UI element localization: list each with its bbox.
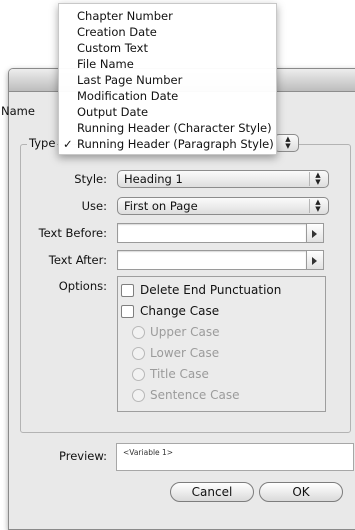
radio-button (132, 368, 145, 381)
ok-button[interactable]: OK (259, 482, 343, 502)
menu-item-label: Custom Text (77, 41, 148, 55)
cancel-button[interactable]: Cancel (170, 482, 254, 502)
menu-item-modification-date[interactable]: Modification Date (59, 89, 276, 104)
delete-end-punctuation-label: Delete End Punctuation (140, 283, 282, 297)
radio-label: Title Case (150, 367, 209, 381)
menu-item-file-name[interactable]: File Name (59, 57, 276, 72)
radio-button (132, 347, 145, 360)
menu-item-running-header-character-style[interactable]: Running Header (Character Style) (59, 121, 276, 136)
text-after-label: Text After: (48, 253, 107, 267)
text-after-field[interactable] (117, 250, 307, 270)
menu-item-chapter-number[interactable]: Chapter Number (59, 9, 276, 24)
preview-text: <Variable 1> (123, 448, 174, 457)
checkmark-icon: ✓ (63, 137, 73, 151)
type-label: Type (27, 136, 58, 150)
updown-arrows-icon: ▲ ▼ (285, 135, 291, 150)
menu-item-label: Output Date (77, 105, 149, 119)
use-popup-value: First on Page (124, 199, 198, 213)
menu-item-label: File Name (77, 57, 134, 71)
options-box: Delete End Punctuation Change Case Upper… (117, 276, 326, 412)
text-before-label: Text Before: (38, 226, 107, 240)
use-label: Use: (81, 199, 107, 213)
menu-item-label: Running Header (Paragraph Style) (77, 137, 274, 151)
radio-button (132, 389, 145, 402)
checkbox-box[interactable] (121, 305, 134, 318)
text-before-field[interactable] (117, 223, 307, 243)
right-triangle-icon (312, 257, 317, 265)
style-popup-value: Heading 1 (124, 172, 183, 186)
menu-item-custom-text[interactable]: Custom Text (59, 41, 276, 56)
updown-arrows-icon: ▲ ▼ (309, 172, 326, 186)
use-popup[interactable]: First on Page ▲ ▼ (117, 197, 329, 215)
radio-label: Upper Case (150, 325, 220, 339)
menu-item-label: Modification Date (77, 89, 179, 103)
checkbox-box[interactable] (121, 284, 134, 297)
radio-label: Lower Case (150, 346, 220, 360)
menu-item-label: Creation Date (77, 25, 157, 39)
menu-item-last-page-number[interactable]: Last Page Number (59, 73, 276, 88)
menu-item-creation-date[interactable]: Creation Date (59, 25, 276, 40)
style-label: Style: (74, 172, 107, 186)
menu-item-label: Chapter Number (77, 9, 173, 23)
change-case-label: Change Case (140, 304, 220, 318)
style-popup[interactable]: Heading 1 ▲ ▼ (117, 170, 329, 188)
radio-label: Sentence Case (150, 388, 240, 402)
updown-arrows-icon: ▲ ▼ (309, 199, 326, 213)
type-dropdown-menu: Chapter Number Creation Date Custom Text… (58, 3, 277, 155)
name-label: Name (1, 104, 35, 118)
menu-item-label: Last Page Number (77, 73, 183, 87)
right-triangle-icon (312, 230, 317, 238)
menu-item-output-date[interactable]: Output Date (59, 105, 276, 120)
options-label: Options: (58, 279, 107, 293)
menu-item-running-header-paragraph-style[interactable]: ✓ Running Header (Paragraph Style) (59, 137, 276, 152)
menu-item-label: Running Header (Character Style) (77, 121, 272, 135)
radio-button (132, 326, 145, 339)
type-popup-button[interactable]: ▲ ▼ (274, 134, 299, 152)
preview-label: Preview: (58, 449, 107, 463)
text-after-insert-button[interactable] (307, 250, 324, 270)
preview-box: <Variable 1> (116, 443, 354, 471)
text-before-insert-button[interactable] (307, 223, 324, 243)
